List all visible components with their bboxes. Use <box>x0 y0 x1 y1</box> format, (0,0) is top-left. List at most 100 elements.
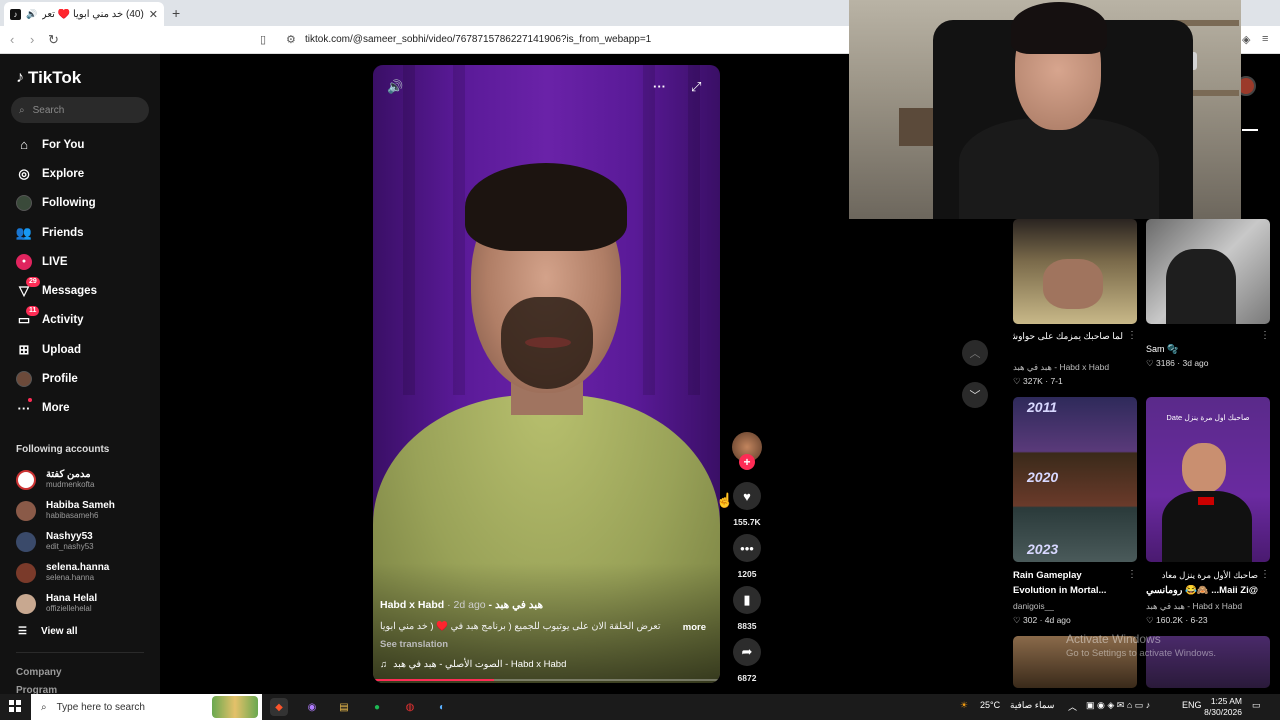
tray-app-icons[interactable]: ▣ ◉ ◈ ✉ ⌂ ▭ ♪ <box>1086 700 1150 711</box>
video-author[interactable]: هبد في هبد - Habd x Habd <box>1013 362 1133 373</box>
nav-item-friends[interactable]: 👥 Friends <box>0 218 160 247</box>
video-thumbnail[interactable]: 2011 2020 2023 <box>1013 397 1137 562</box>
like-button[interactable]: ♥ <box>733 482 761 510</box>
temperature[interactable]: 25°C <box>980 700 1000 710</box>
more-button[interactable]: more <box>683 622 706 633</box>
back-icon[interactable]: ‹ <box>10 32 14 47</box>
kebab-icon[interactable]: ⋮ <box>1260 330 1270 341</box>
video-author-line[interactable]: هبد في هبد - Habd x Habd · 2d ago <box>380 599 543 611</box>
following-account[interactable]: مدمن كفتة mudmenkofta <box>16 464 156 495</box>
music-note-icon: ♫ <box>380 659 388 670</box>
kebab-icon[interactable]: ⋮ <box>1127 330 1137 341</box>
video-caption[interactable]: لما صاحبك يمزمك على حواوشي 😂🙈 <box>1013 331 1123 342</box>
curtain-fold <box>453 65 465 395</box>
video-music[interactable]: ♫ الصوت الأصلي - هبد في هبد - Habd x Hab… <box>380 659 566 670</box>
forward-icon[interactable]: › <box>30 32 34 47</box>
tiktok-logo-icon: ♪ <box>16 69 24 86</box>
video-caption-line[interactable]: Evolution in Mortal... <box>1013 585 1106 596</box>
reload-icon[interactable]: ↻ <box>48 32 59 48</box>
sidebar-divider <box>16 652 144 653</box>
company-link[interactable]: Company <box>16 667 62 678</box>
file-explorer-icon[interactable]: ▤ <box>335 698 353 716</box>
brave-shield-icon[interactable]: ◈ <box>1242 33 1250 46</box>
nav-item-profile[interactable]: Profile <box>0 364 160 393</box>
video-caption-line[interactable]: صاحبك الأول مرة ينزل معاد <box>1146 570 1258 581</box>
site-info-icon[interactable]: ⚙ <box>286 33 296 46</box>
taskbar-clock[interactable]: 1:25 AM 8/30/2026 <box>1198 696 1242 718</box>
weather-description[interactable]: سماء صافية <box>1010 700 1054 711</box>
recorder-icon[interactable]: ◍ <box>401 698 419 716</box>
nav-item-explore[interactable]: ◎ Explore <box>0 159 160 188</box>
following-account[interactable]: Hana Helal offiziellehelal <box>16 588 156 619</box>
share-button[interactable]: ➦ <box>733 638 761 666</box>
clock-time: 1:25 AM <box>1210 696 1242 706</box>
spotify-icon[interactable]: ● <box>368 698 386 716</box>
nav-item-messages[interactable]: ▽ 29 Messages <box>0 276 160 305</box>
brave-browser-icon[interactable]: ◆ <box>270 698 288 716</box>
save-button[interactable]: ▮ <box>733 586 761 614</box>
video-caption-line[interactable]: @Maii Zi... 🙈😂 رومانسي <box>1146 585 1258 596</box>
notifications-icon[interactable]: ▭ <box>1252 700 1261 711</box>
home-icon: ⌂ <box>20 137 28 153</box>
url-field[interactable]: tiktok.com/@sameer_sobhi/video/767871578… <box>305 34 651 45</box>
live-icon: ● <box>16 253 32 270</box>
video-progress-bar[interactable] <box>373 679 720 681</box>
heart-outline-icon: ♡ <box>1013 376 1021 386</box>
search-input[interactable]: ⌕ Search <box>11 97 149 123</box>
following-account[interactable]: Nashyy53 edit_nashy53 <box>16 526 156 557</box>
nav-item-for-you[interactable]: ⌂ For You <box>0 130 160 159</box>
taskbar-search[interactable]: ⌕ Type here to search <box>31 694 262 720</box>
view-all-link[interactable]: ☰ View all <box>18 626 77 637</box>
following-account[interactable]: Habiba Sameh habibasameh6 <box>16 495 156 526</box>
video-caption[interactable]: Sam 🫧 <box>1146 344 1178 355</box>
chevron-down-icon: ﹀ <box>969 390 981 402</box>
nav-label: Friends <box>42 226 84 239</box>
video-thumbnail[interactable] <box>1146 219 1270 324</box>
nav-item-upload[interactable]: ⊞ Upload <box>0 335 160 364</box>
tray-chevron-icon[interactable]: ︿ <box>1068 700 1077 713</box>
nav-item-following[interactable]: Following <box>0 189 160 218</box>
post-date: 3d ago <box>1182 358 1209 368</box>
profile-avatar-icon <box>16 371 32 388</box>
see-translation-link[interactable]: See translation <box>380 639 448 650</box>
video-player[interactable]: 🔊 ··· ⤢ هبد في هبد - Habd x Habd · 2d ag… <box>373 65 720 683</box>
video-caption-line[interactable]: Rain Gameplay <box>1013 570 1082 581</box>
activity-badge: 11 <box>26 306 40 317</box>
tab-close-icon[interactable]: ✕ <box>149 8 158 21</box>
volume-icon[interactable]: 🔊 <box>387 79 403 95</box>
kebab-icon[interactable]: ⋮ <box>1127 569 1137 580</box>
nav-item-more[interactable]: ··· More <box>0 394 160 423</box>
windows-start-icon[interactable] <box>9 700 21 712</box>
fullscreen-icon[interactable]: ⤢ <box>691 79 701 95</box>
video-author[interactable]: danigois__ <box>1013 601 1054 611</box>
nav-label: For You <box>42 138 85 151</box>
new-tab-button[interactable]: + <box>172 5 180 21</box>
tiktok-logo[interactable]: ♪ TikTok <box>16 68 81 88</box>
menu-icon[interactable]: ≡ <box>1262 33 1268 45</box>
video-author[interactable]: هبد في هبد - Habd x Habd <box>1146 601 1242 612</box>
heart-outline-icon: ♡ <box>1146 615 1154 625</box>
kebab-icon[interactable]: ⋮ <box>1260 569 1270 580</box>
speaker-icon[interactable]: 🔊 <box>26 9 37 20</box>
messages-badge: 29 <box>26 277 40 288</box>
like-count: 160.2K <box>1156 615 1183 625</box>
more-options-icon[interactable]: ··· <box>653 79 666 94</box>
follow-plus-icon[interactable]: + <box>739 454 755 470</box>
account-avatar <box>16 531 36 552</box>
video-stats: ♡ 302 · 4d ago <box>1013 615 1071 626</box>
previous-video-button[interactable]: ︿ <box>962 340 988 366</box>
video-thumbnail[interactable] <box>1146 636 1270 688</box>
following-account[interactable]: selena.hanna selena.hanna <box>16 557 156 588</box>
browser-tab[interactable]: ♪ 🔊 (40) خد مني ابويا ♥️ تعرض ✕ <box>4 2 164 26</box>
nav-item-live[interactable]: ● LIVE <box>0 247 160 276</box>
next-video-button[interactable]: ﹀ <box>962 382 988 408</box>
video-stats: ♡ 327K · 7-1 <box>1013 376 1063 387</box>
obs-icon[interactable]: ◉ <box>303 698 321 716</box>
steam-icon[interactable]: ◐ <box>433 698 451 716</box>
webcam-overlay <box>849 0 1241 219</box>
bookmark-icon[interactable]: ▯ <box>260 33 266 46</box>
video-thumbnail[interactable] <box>1013 219 1137 324</box>
nav-item-activity[interactable]: ▭ 11 Activity <box>0 306 160 335</box>
video-thumbnail[interactable]: Date صاحبك اول مرة ينزل <box>1146 397 1270 562</box>
comment-button[interactable]: ••• <box>733 534 761 562</box>
